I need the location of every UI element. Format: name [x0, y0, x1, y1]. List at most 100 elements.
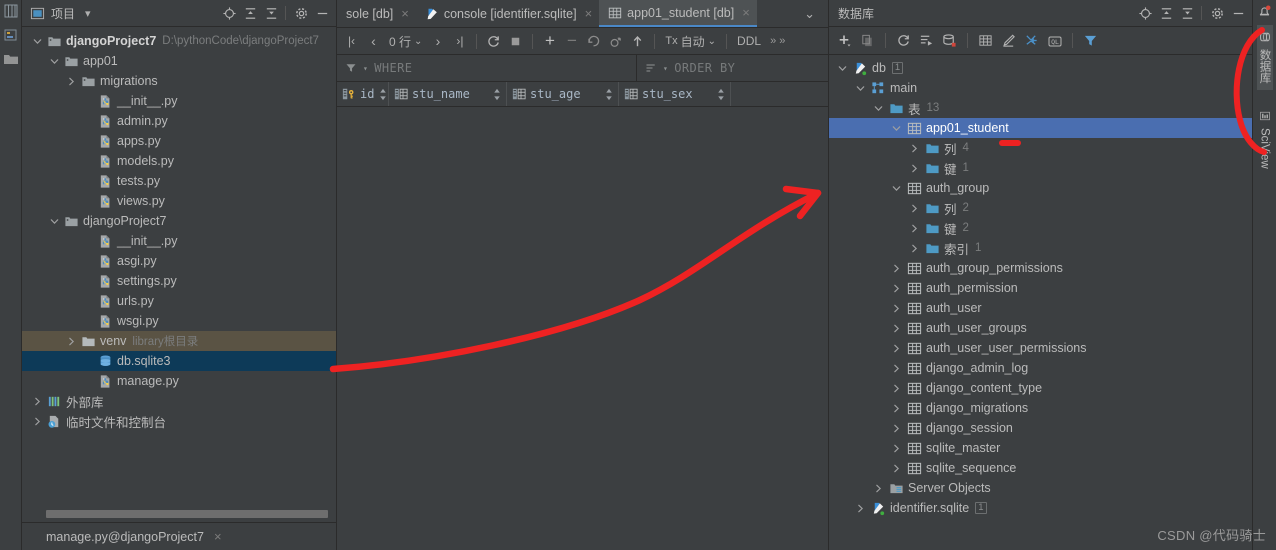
- project-tree-row[interactable]: 外部库: [22, 391, 336, 411]
- database-tree-row[interactable]: 表 13: [829, 98, 1252, 118]
- revert-icon[interactable]: [583, 31, 604, 52]
- database-tree-row[interactable]: 列4: [829, 138, 1252, 158]
- project-tree-row[interactable]: db.sqlite3: [22, 351, 336, 371]
- project-tree-row[interactable]: djangoProject7 D:\pythonCode\djangoProjec…: [22, 31, 336, 51]
- database-tree-row[interactable]: django_session: [829, 418, 1252, 438]
- column-sort-toggle[interactable]: [493, 88, 501, 101]
- editor-tab[interactable]: sole [db] ×: [337, 0, 416, 27]
- rollback-icon[interactable]: [605, 31, 626, 52]
- chevron-down-icon[interactable]: [49, 56, 60, 67]
- project-tree[interactable]: djangoProject7 D:\pythonCode\djangoProjec…: [22, 27, 336, 506]
- close-icon[interactable]: ×: [585, 6, 593, 21]
- chevron-right-icon[interactable]: [909, 243, 920, 254]
- toolbar-overflow-button[interactable]: » »: [766, 35, 789, 47]
- chevron-right-icon[interactable]: [891, 323, 902, 334]
- transaction-mode-selector[interactable]: Tx 自动 ⌄: [661, 33, 720, 50]
- project-tree-row[interactable]: tests.py: [22, 171, 336, 191]
- project-tree-row[interactable]: admin.py: [22, 111, 336, 131]
- next-page-button[interactable]: ›: [427, 31, 448, 52]
- database-tree[interactable]: db 1 main 表 13 app01_student 列 4 键 1 auth_group 列 2 键…: [829, 55, 1252, 550]
- database-tree-row[interactable]: sqlite_sequence: [829, 458, 1252, 478]
- hscroll-track[interactable]: [46, 510, 328, 518]
- expand-all-icon[interactable]: [240, 3, 260, 23]
- expand-all-icon[interactable]: [1156, 3, 1176, 23]
- chevron-right-icon[interactable]: [855, 503, 866, 514]
- gear-icon[interactable]: [1207, 3, 1227, 23]
- database-tree-row[interactable]: auth_group: [829, 178, 1252, 198]
- submit-icon[interactable]: [627, 31, 648, 52]
- database-tree-row[interactable]: auth_user: [829, 298, 1252, 318]
- project-tree-row[interactable]: wsgi.py: [22, 311, 336, 331]
- chevron-down-icon[interactable]: [837, 63, 848, 74]
- project-folder-icon[interactable]: [3, 51, 19, 67]
- refresh-icon[interactable]: [893, 30, 914, 51]
- right-rail-tab-sciview[interactable]: SciView: [1258, 104, 1271, 175]
- chevron-right-icon[interactable]: [909, 223, 920, 234]
- chevron-down-icon[interactable]: ⌄: [795, 6, 824, 22]
- database-tree-row[interactable]: django_migrations: [829, 398, 1252, 418]
- database-tree-row[interactable]: app01_student: [829, 118, 1252, 138]
- project-tree-row[interactable]: app01: [22, 51, 336, 71]
- chevron-down-icon[interactable]: [891, 123, 902, 134]
- database-tree-row[interactable]: main: [829, 78, 1252, 98]
- database-tree-row[interactable]: 索引 1: [829, 238, 1252, 258]
- project-tree-row[interactable]: settings.py: [22, 271, 336, 291]
- project-tree-row[interactable]: migrations: [22, 71, 336, 91]
- project-tree-row[interactable]: manage.py: [22, 371, 336, 391]
- column-sort-toggle[interactable]: [605, 88, 613, 101]
- locate-icon[interactable]: [1135, 3, 1155, 23]
- refresh-icon[interactable]: [483, 31, 504, 52]
- chevron-right-icon[interactable]: [891, 363, 902, 374]
- project-dropdown-caret[interactable]: ▾: [85, 7, 91, 20]
- add-row-button[interactable]: +: [539, 31, 560, 52]
- chevron-right-icon[interactable]: [909, 163, 920, 174]
- delete-row-button[interactable]: −: [561, 31, 582, 52]
- chevron-right-icon[interactable]: [891, 423, 902, 434]
- grid-body[interactable]: [337, 107, 828, 550]
- project-hscrollbar[interactable]: [22, 506, 336, 522]
- project-tree-row[interactable]: apps.py: [22, 131, 336, 151]
- grid-column-stu_sex[interactable]: stu_sex: [619, 82, 731, 106]
- chevron-right-icon[interactable]: [891, 383, 902, 394]
- project-tree-row[interactable]: views.py: [22, 191, 336, 211]
- row-count-selector[interactable]: 0 行 ⌄: [385, 33, 426, 50]
- project-tree-row[interactable]: venv library根目录: [22, 331, 336, 351]
- database-tree-row[interactable]: Server Objects: [829, 478, 1252, 498]
- first-page-button[interactable]: |‹: [341, 31, 362, 52]
- project-tree-row[interactable]: __init__.py: [22, 91, 336, 111]
- orderby-filter[interactable]: ▾ ORDER BY: [637, 55, 828, 81]
- chevron-down-icon[interactable]: [49, 216, 60, 227]
- chevron-down-icon[interactable]: [855, 83, 866, 94]
- grid-column-stu_age[interactable]: stu_age: [507, 82, 619, 106]
- chevron-right-icon[interactable]: [891, 443, 902, 454]
- editor-tab[interactable]: console [identifier.sqlite] ×: [416, 0, 599, 27]
- project-tree-row[interactable]: asgi.py: [22, 251, 336, 271]
- chevron-right-icon[interactable]: [891, 463, 902, 474]
- project-tree-row[interactable]: djangoProject7: [22, 211, 336, 231]
- close-icon[interactable]: ×: [214, 529, 222, 544]
- project-tree-row[interactable]: urls.py: [22, 291, 336, 311]
- database-tree-row[interactable]: auth_permission: [829, 278, 1252, 298]
- ddl-button[interactable]: DDL: [733, 34, 765, 48]
- database-tree-row[interactable]: db 1: [829, 58, 1252, 78]
- chevron-down-icon[interactable]: [891, 183, 902, 194]
- chevron-right-icon[interactable]: [66, 336, 77, 347]
- table-editor-icon[interactable]: [975, 30, 996, 51]
- chevron-right-icon[interactable]: [891, 263, 902, 274]
- query-console-icon[interactable]: QL: [1044, 30, 1065, 51]
- chevron-right-icon[interactable]: [891, 403, 902, 414]
- last-page-button[interactable]: ›|: [449, 31, 470, 52]
- chevron-down-icon[interactable]: [32, 36, 43, 47]
- chevron-down-icon[interactable]: [873, 103, 884, 114]
- tabbar-overflow[interactable]: ⌄: [791, 0, 828, 27]
- database-tree-row[interactable]: django_admin_log: [829, 358, 1252, 378]
- editor-tabbar[interactable]: sole [db] × console [identifier.sqlite] × ap…: [337, 0, 828, 28]
- chevron-right-icon[interactable]: [891, 283, 902, 294]
- sync-db-icon[interactable]: [939, 30, 960, 51]
- bookmarks-icon[interactable]: [3, 27, 19, 43]
- database-tree-row[interactable]: 键1: [829, 158, 1252, 178]
- modify-icon[interactable]: [998, 30, 1019, 51]
- prev-page-button[interactable]: ‹: [363, 31, 384, 52]
- database-tree-row[interactable]: 键2: [829, 218, 1252, 238]
- add-icon[interactable]: [834, 30, 855, 51]
